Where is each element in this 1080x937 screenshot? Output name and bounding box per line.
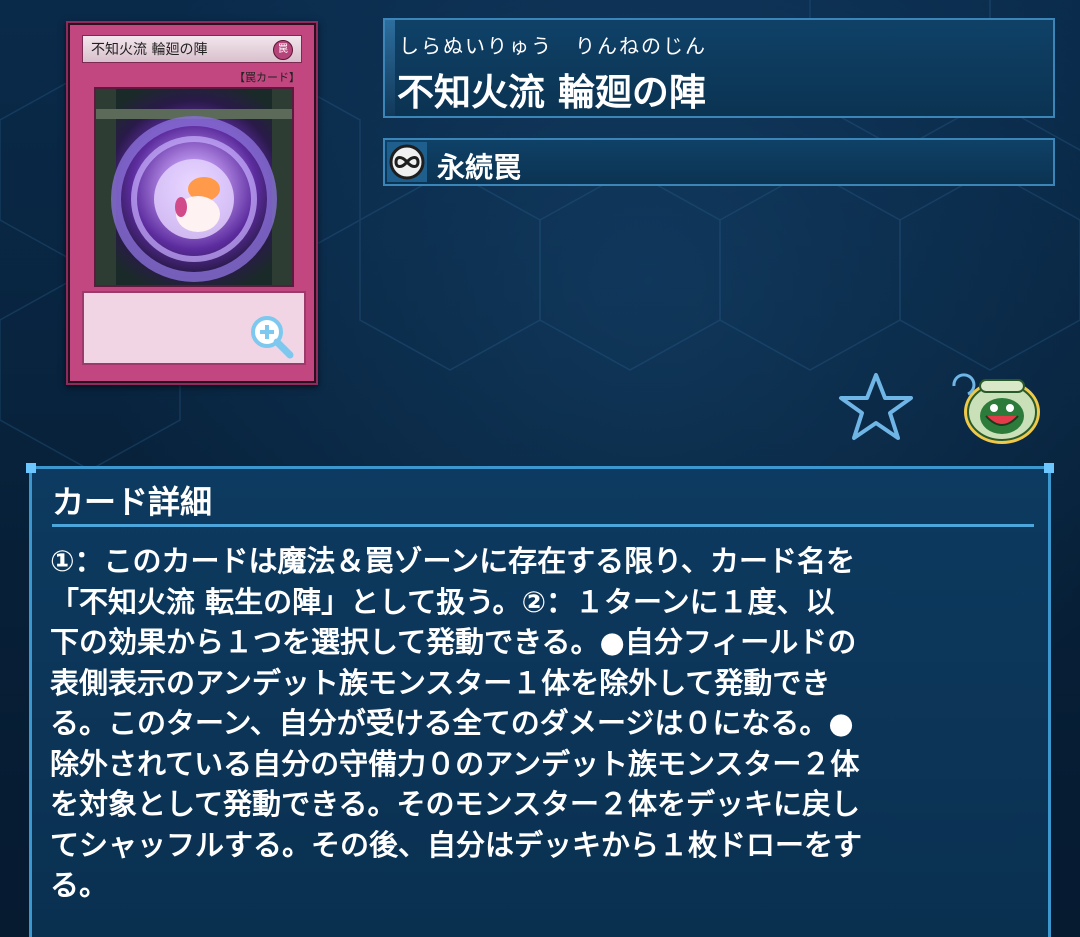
- card-text-box: [82, 291, 306, 365]
- card-artwork: [94, 87, 294, 287]
- card-image-name: 不知火流 輪廻の陣 罠: [82, 35, 302, 63]
- card-detail-screen: 不知火流 輪廻の陣 罠 【罠カード】 しらぬいりゅう りんねのじん 不知火流 輪…: [0, 0, 1080, 937]
- continuous-icon: [387, 142, 427, 182]
- card-type-label: 永続罠: [437, 151, 522, 184]
- trap-attribute-icon: 罠: [273, 40, 293, 60]
- zoom-in-icon[interactable]: [248, 313, 294, 359]
- card-effect-text[interactable]: ①：このカードは魔法＆罠ゾーンに存在する限り、カード名を 「不知火流 転生の陣」…: [50, 541, 1040, 906]
- panel-corner: [1044, 463, 1054, 473]
- card-image-name-text: 不知火流 輪廻の陣: [91, 42, 208, 58]
- star-icon[interactable]: [838, 372, 914, 442]
- card-type-panel: 永続罠: [383, 138, 1055, 186]
- card-name-reading: しらぬいりゅう りんねのじん: [399, 34, 707, 58]
- pot-of-greed-icon[interactable]: [950, 372, 1042, 446]
- panel-corner: [26, 463, 36, 473]
- card-details-panel: カード詳細 ①：このカードは魔法＆罠ゾーンに存在する限り、カード名を 「不知火流…: [26, 463, 1054, 937]
- artwork-vortex-icon: [96, 89, 292, 285]
- card-details-title: カード詳細: [52, 483, 213, 521]
- card-image[interactable]: 不知火流 輪廻の陣 罠 【罠カード】: [66, 21, 318, 385]
- divider: [52, 524, 1034, 527]
- card-image-type: 【罠カード】: [234, 71, 300, 84]
- card-name-panel: しらぬいりゅう りんねのじん 不知火流 輪廻の陣: [383, 18, 1055, 118]
- card-name: 不知火流 輪廻の陣: [397, 71, 706, 114]
